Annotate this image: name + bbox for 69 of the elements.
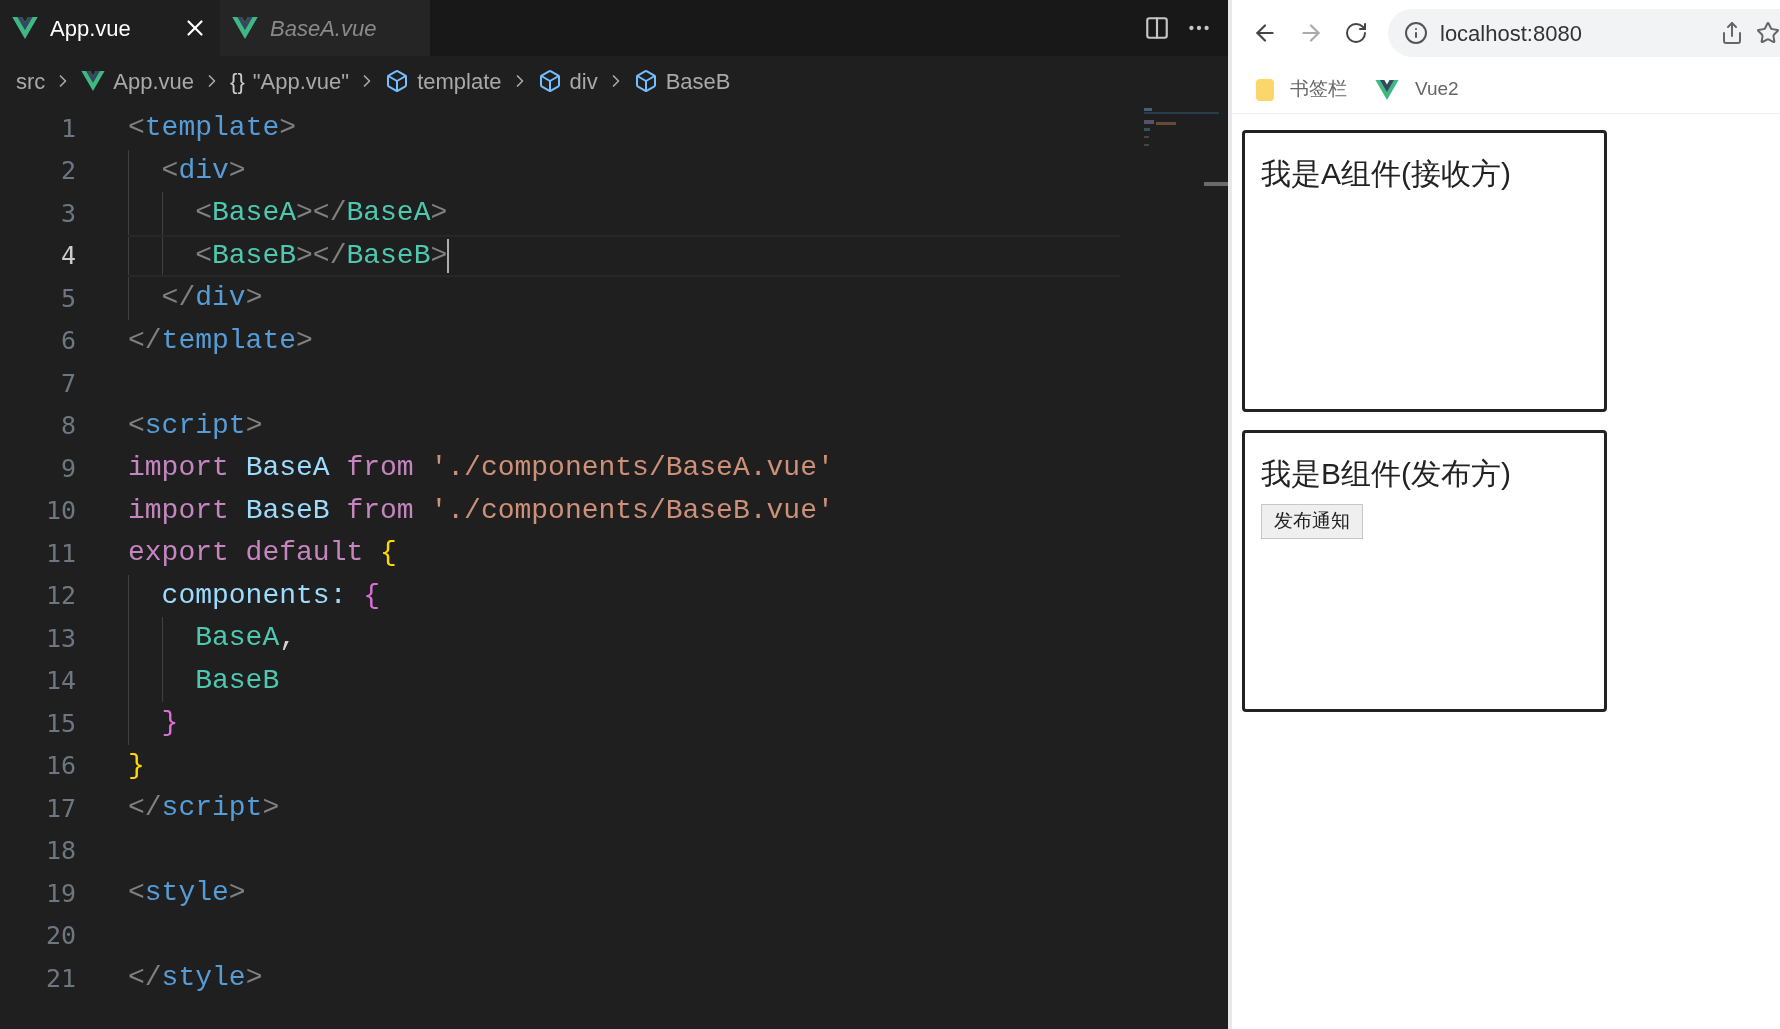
code-line: import BaseA from './components/BaseA.vue': [128, 451, 834, 486]
line-number: 20: [44, 920, 77, 952]
line-number: 2: [59, 155, 77, 187]
breadcrumb-item[interactable]: div: [569, 64, 598, 98]
reload-icon[interactable]: [1344, 21, 1368, 45]
code-line: </style>: [128, 961, 263, 996]
code-line: <BaseA></BaseA>: [194, 196, 448, 231]
vue-logo-icon: [12, 17, 38, 39]
code-line: }: [128, 748, 145, 783]
code-line: <script>: [128, 408, 263, 443]
code-line: <BaseB></BaseB>: [194, 238, 448, 273]
line-number: 16: [44, 750, 77, 782]
component-title: 我是A组件(接收方): [1261, 156, 1511, 192]
line-number: 4: [59, 240, 77, 272]
cube-icon: [537, 69, 562, 93]
editor-tab[interactable]: BaseA.vue: [220, 0, 430, 56]
share-icon[interactable]: [1720, 21, 1744, 45]
line-number: 19: [44, 877, 77, 910]
line-number: 10: [44, 495, 77, 527]
cube-icon: [385, 69, 410, 93]
line-number: 21: [44, 962, 77, 995]
editor-tab[interactable]: App.vue: [0, 0, 220, 56]
line-number: 9: [59, 452, 77, 485]
line-number: 13: [44, 622, 77, 655]
vue-logo-icon: [1375, 79, 1399, 100]
bookmark-item[interactable]: Vue2: [1375, 75, 1459, 104]
code-line: <div>: [160, 153, 246, 188]
code-line: </template>: [128, 323, 313, 358]
code-line: }: [160, 706, 179, 741]
line-number: 15: [44, 707, 77, 740]
code-line: BaseA,: [194, 621, 297, 656]
split-editor-icon[interactable]: [1144, 15, 1170, 41]
line-number: 7: [59, 367, 77, 400]
line-number: 14: [44, 665, 77, 697]
vue-logo-icon: [232, 17, 258, 39]
line-number: 12: [44, 580, 77, 612]
braces-icon: {}: [230, 64, 245, 98]
bookmark-item[interactable]: 书签栏: [1256, 75, 1347, 104]
breadcrumb-item[interactable]: template: [417, 64, 502, 98]
code-line: </div>: [160, 281, 263, 316]
vue-logo-icon: [81, 71, 106, 91]
address-bar[interactable]: localhost:8080: [1388, 9, 1780, 57]
code-line: import BaseB from './components/BaseB.vue': [128, 493, 834, 528]
folder-icon: [1256, 78, 1274, 101]
line-number: 11: [44, 537, 77, 570]
code-line: <style>: [128, 876, 246, 911]
code-line: components: {: [160, 578, 381, 613]
breadcrumb-item[interactable]: src: [16, 64, 46, 98]
scrollbar-thumb[interactable]: [1204, 182, 1228, 186]
code-line: <template>: [128, 111, 297, 146]
code-line: BaseB: [194, 663, 280, 698]
line-number: 3: [59, 197, 77, 230]
line-number: 18: [44, 835, 77, 867]
code-line: export default {: [128, 536, 397, 571]
breadcrumb-item[interactable]: "App.vue": [252, 64, 350, 98]
line-number: 17: [44, 792, 77, 825]
text-cursor: [447, 238, 450, 273]
cube-icon: [633, 69, 658, 93]
code-line: </script>: [128, 791, 280, 826]
breadcrumb-item[interactable]: App.vue: [113, 64, 195, 98]
bookmark-star-icon[interactable]: [1756, 21, 1780, 45]
info-icon: [1404, 21, 1428, 45]
publish-button[interactable]: 发布通知: [1261, 504, 1363, 539]
line-number: 5: [59, 282, 77, 315]
line-number: 8: [59, 410, 77, 442]
breadcrumb-item[interactable]: BaseB: [665, 64, 731, 98]
component-title: 我是B组件(发布方): [1261, 456, 1511, 492]
line-number: 6: [59, 325, 77, 357]
line-number: 1: [59, 112, 77, 145]
